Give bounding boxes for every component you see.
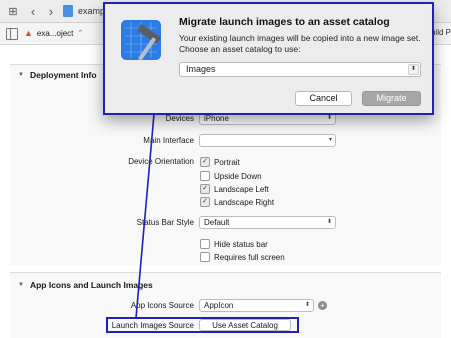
orientation-upside-down[interactable]: Upside Down [200, 171, 262, 181]
add-icon[interactable]: + [318, 301, 327, 310]
cancel-button[interactable]: Cancel [295, 91, 352, 106]
app-icons-source-label: App Icons Source [130, 301, 194, 310]
main-interface-label: Main Interface [143, 136, 194, 145]
app-icons-source-popup[interactable]: AppIcon ⬍ [199, 299, 314, 312]
chevron-down-icon: ▾ [328, 137, 332, 143]
section-title: App Icons and Launch Images [29, 280, 153, 290]
section-title: Deployment Info [29, 70, 97, 80]
orientation-landscape-left[interactable]: ✓ Landscape Left [200, 184, 269, 194]
status-bar-style-popup[interactable]: Default ⬍ [199, 216, 336, 229]
status-bar-style-label: Status Bar Style [136, 218, 194, 227]
hide-status-bar-option[interactable]: Hide status bar [200, 239, 268, 249]
popup-arrows-icon: ⬍ [408, 64, 419, 75]
requires-full-screen-label: Requires full screen [214, 252, 285, 262]
app-icons-source-value: AppIcon [204, 301, 234, 310]
status-bar-style-value: Default [204, 218, 230, 227]
migrate-button[interactable]: Migrate [362, 91, 421, 106]
devices-value: iPhone [204, 114, 229, 123]
asset-catalog-select[interactable]: Images ⬍ [179, 62, 421, 77]
checkbox-portrait[interactable]: ✓ [200, 157, 210, 167]
checkbox-hide-status-bar[interactable] [200, 239, 210, 249]
landscape-left-label: Landscape Left [214, 184, 269, 194]
back-icon[interactable]: ‹ [26, 4, 40, 19]
dialog-title: Migrate launch images to an asset catalo… [179, 16, 390, 28]
devices-label: Devices [165, 114, 194, 123]
checkbox-landscape-left[interactable]: ✓ [200, 184, 210, 194]
xcode-app-icon [121, 20, 161, 61]
forward-icon[interactable]: › [44, 4, 58, 19]
orientation-portrait[interactable]: ✓ Portrait [200, 157, 240, 167]
use-asset-catalog-button[interactable]: Use Asset Catalog [199, 319, 291, 331]
checkbox-landscape-right[interactable]: ✓ [200, 197, 210, 207]
checkbox-requires-full-screen[interactable] [200, 252, 210, 262]
target-label: exa...oject [36, 28, 74, 38]
device-orientation-label: Device Orientation [128, 157, 194, 166]
popup-arrows-icon: ⬍ [304, 302, 310, 308]
sidebar-toggle-icon[interactable] [6, 28, 18, 40]
selected-catalog: Images [186, 64, 216, 74]
portrait-label: Portrait [214, 157, 240, 167]
hide-status-bar-label: Hide status bar [214, 239, 268, 249]
upside-down-label: Upside Down [214, 171, 262, 181]
chevron-updown-icon: ⌃ [77, 30, 84, 37]
app-icons-section-header[interactable]: ▼ App Icons and Launch Images [18, 280, 153, 290]
launch-images-source-label: Launch Images Source [111, 321, 194, 330]
breadcrumb-title[interactable]: examp [78, 6, 105, 16]
popup-arrows-icon: ⬍ [326, 219, 332, 225]
orientation-landscape-right[interactable]: ✓ Landscape Right [200, 197, 274, 207]
target-selector[interactable]: ▲ exa...oject ⌃ [24, 28, 83, 38]
dialog-message: Your existing launch images will be copi… [179, 33, 421, 54]
main-interface-combo[interactable]: ▾ [199, 134, 336, 147]
deployment-section-header[interactable]: ▼ Deployment Info [18, 70, 97, 80]
file-icon [62, 4, 74, 18]
checkbox-upside-down[interactable] [200, 171, 210, 181]
landscape-right-label: Landscape Right [214, 197, 275, 207]
requires-full-screen-option[interactable]: Requires full screen [200, 252, 285, 262]
migrate-dialog: Migrate launch images to an asset catalo… [103, 2, 434, 115]
project-icon: ▲ [24, 28, 33, 38]
disclosure-triangle-icon: ▼ [18, 72, 24, 78]
grid-icon[interactable]: ⊞ [6, 4, 20, 18]
disclosure-triangle-icon: ▼ [18, 282, 24, 288]
